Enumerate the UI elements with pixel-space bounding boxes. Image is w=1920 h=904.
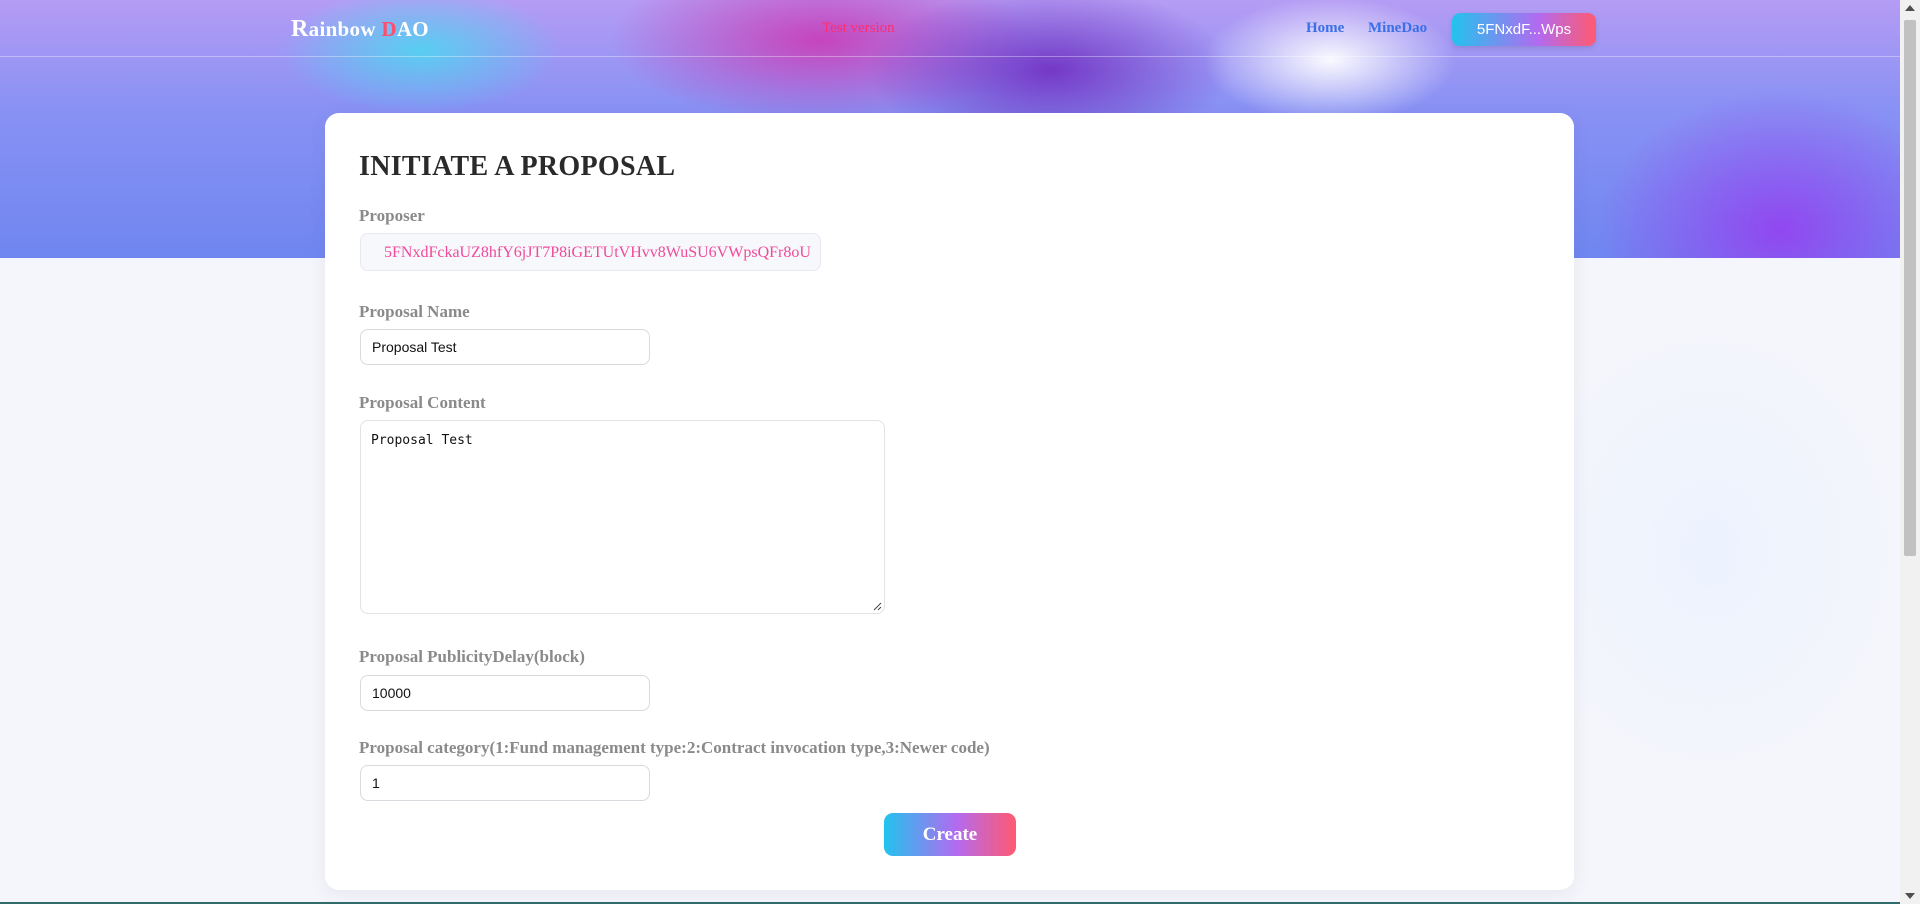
- proposer-address-field: 5FNxdFckaUZ8hfY6jJT7P8iGETUtVHvv8WuSU6VW…: [360, 233, 821, 271]
- top-navbar: Rainbow DAO Test version Home MineDao 5F…: [0, 0, 1900, 57]
- publicity-delay-label: Proposal PublicityDelay(block): [359, 647, 585, 666]
- scroll-up-arrow-icon[interactable]: [1905, 5, 1915, 11]
- logo-letter-r: R: [291, 16, 309, 42]
- proposal-content-textarea[interactable]: Proposal Test: [360, 420, 885, 614]
- vertical-scrollbar[interactable]: [1900, 0, 1920, 904]
- proposal-content-label: Proposal Content: [359, 393, 486, 412]
- logo-text-ainbow: ainbow: [308, 17, 382, 41]
- proposer-label: Proposer: [359, 206, 425, 225]
- logo[interactable]: Rainbow DAO: [291, 16, 429, 43]
- logo-letter-d: D: [381, 17, 397, 41]
- resize-handle-icon[interactable]: [872, 601, 882, 611]
- scrollbar-thumb[interactable]: [1904, 20, 1916, 556]
- proposal-name-label: Proposal Name: [359, 302, 470, 321]
- nav-home-link[interactable]: Home: [1306, 20, 1344, 37]
- proposal-name-input[interactable]: Proposal Test: [360, 329, 650, 365]
- proposal-category-label: Proposal category(1:Fund management type…: [359, 738, 990, 757]
- proposal-content-text: Proposal Test: [371, 433, 473, 448]
- nav-minedao-link[interactable]: MineDao: [1368, 20, 1427, 37]
- logo-text-ao: AO: [396, 17, 429, 41]
- test-version-label: Test version: [822, 20, 895, 36]
- create-button[interactable]: Create: [884, 813, 1016, 856]
- publicity-delay-input[interactable]: 10000: [360, 675, 650, 711]
- proposal-category-input[interactable]: 1: [360, 765, 650, 801]
- wallet-account-button[interactable]: 5FNxdF...Wps: [1452, 13, 1596, 46]
- proposal-form-card: INITIATE A PROPOSAL Proposer 5FNxdFckaUZ…: [325, 113, 1574, 890]
- scroll-down-arrow-icon[interactable]: [1905, 893, 1915, 899]
- page-title: INITIATE A PROPOSAL: [359, 151, 676, 182]
